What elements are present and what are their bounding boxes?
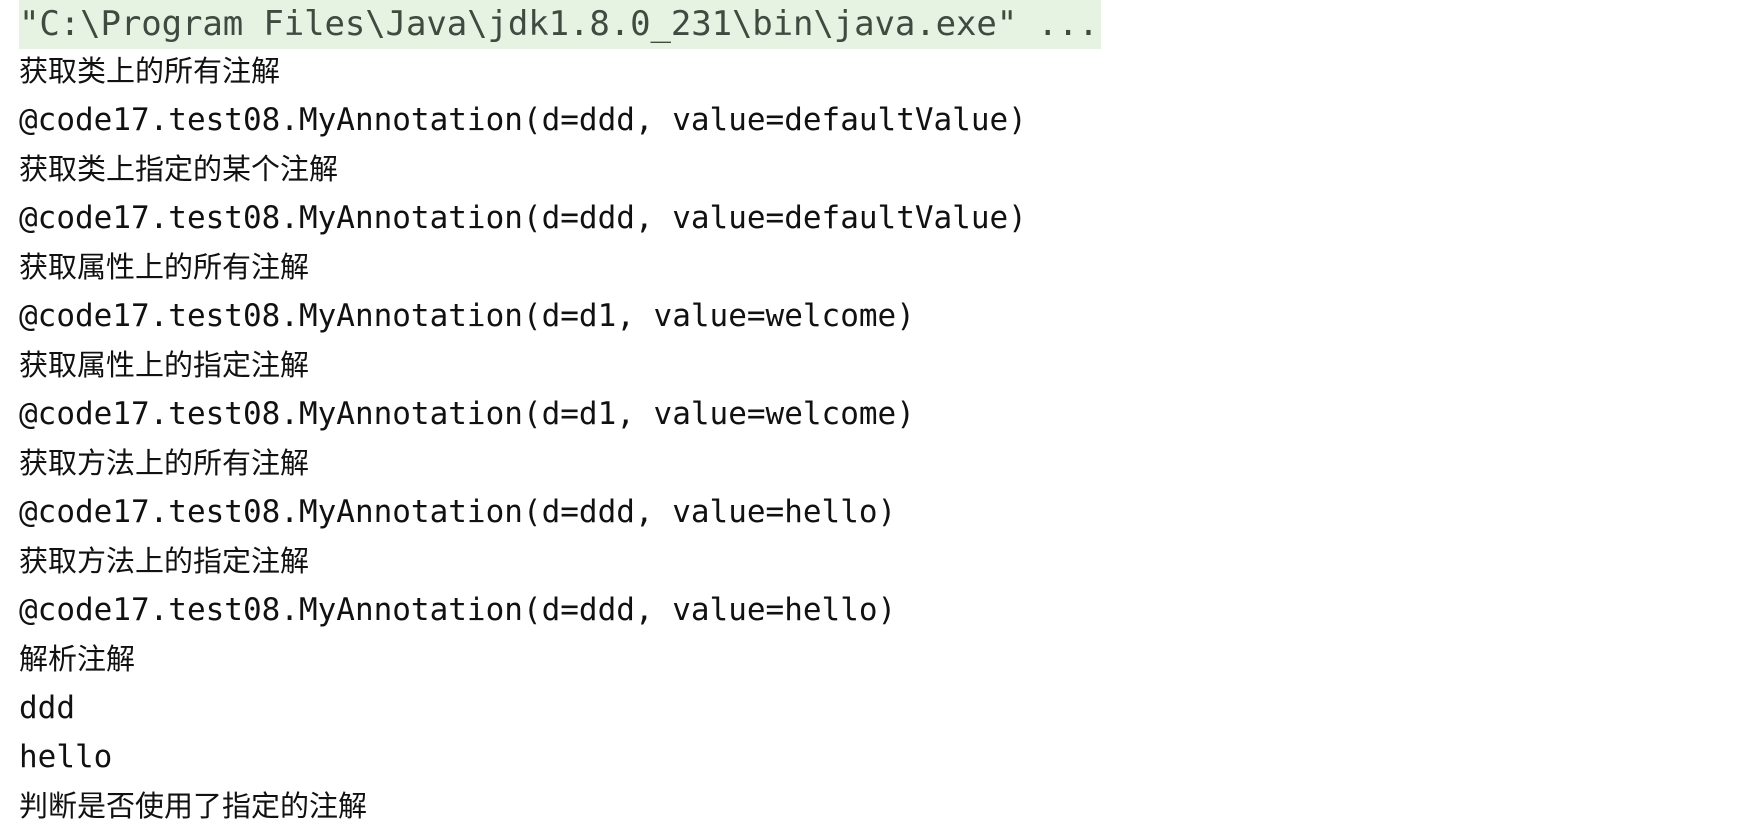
console-line: @code17.test08.MyAnnotation(d=ddd, value… <box>19 200 1027 236</box>
console-line: @code17.test08.MyAnnotation(d=d1, value=… <box>19 298 915 334</box>
console-output: "C:\Program Files\Java\jdk1.8.0_231\bin\… <box>0 0 1739 823</box>
console-line: @code17.test08.MyAnnotation(d=ddd, value… <box>19 102 1027 138</box>
console-line: 获取方法上的指定注解 <box>19 544 310 578</box>
console-line: @code17.test08.MyAnnotation(d=ddd, value… <box>19 494 897 530</box>
console-line: @code17.test08.MyAnnotation(d=ddd, value… <box>19 592 897 628</box>
console-line: 获取属性上的指定注解 <box>19 348 310 382</box>
console-line: 获取方法上的所有注解 <box>19 446 310 480</box>
console-line: 获取类上指定的某个注解 <box>19 152 339 186</box>
console-line: ddd <box>19 690 75 726</box>
console-line: 获取属性上的所有注解 <box>19 250 310 284</box>
console-line: 获取类上的所有注解 <box>19 54 281 88</box>
console-line: hello <box>19 739 113 775</box>
console-line: @code17.test08.MyAnnotation(d=d1, value=… <box>19 396 915 432</box>
console-line: 判断是否使用了指定的注解 <box>19 789 368 823</box>
run-command-line[interactable]: "C:\Program Files\Java\jdk1.8.0_231\bin\… <box>19 0 1101 49</box>
console-line: 解析注解 <box>19 642 136 676</box>
